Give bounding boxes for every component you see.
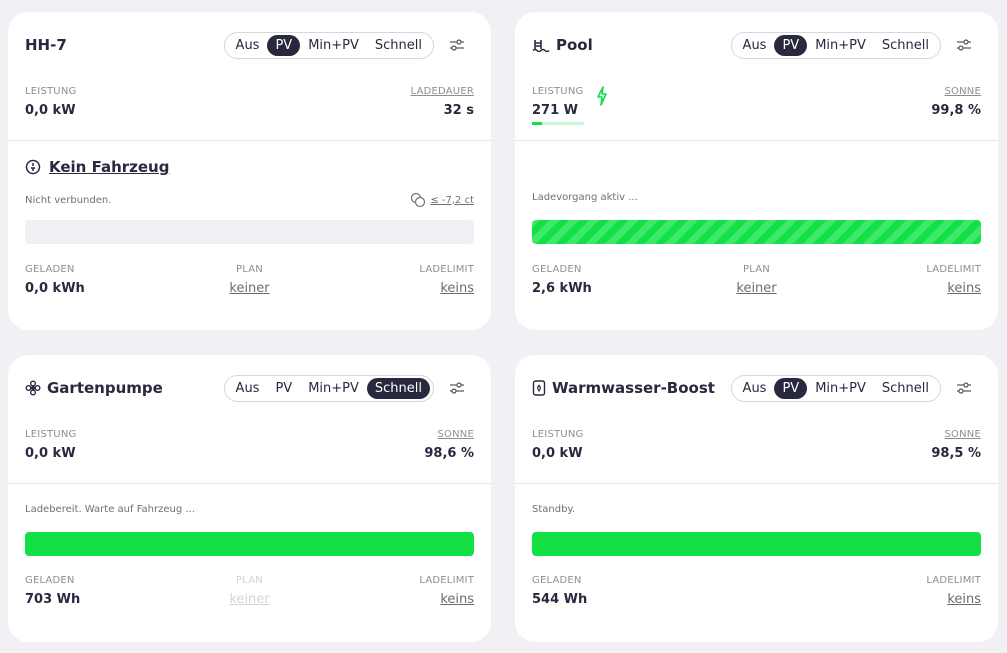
mode-schnell-button[interactable]: Schnell — [874, 35, 937, 56]
plan-link: keiner — [229, 592, 270, 607]
loadpoint-card-warmwasser: Warmwasser-Boost Aus PV Min+PV Schnell L… — [515, 355, 998, 642]
card-title: Warmwasser-Boost — [532, 379, 731, 397]
plan-link[interactable]: keiner — [736, 281, 776, 296]
settings-icon[interactable] — [440, 39, 474, 51]
settings-icon[interactable] — [440, 382, 474, 394]
card-title: Gartenpumpe — [25, 379, 224, 397]
limit-label: LADELIMIT — [926, 264, 982, 275]
power-value: 0,0 kW — [25, 103, 76, 118]
power-value: 0,0 kW — [532, 446, 583, 461]
charged-value: 544 Wh — [532, 592, 588, 607]
mode-selector: Aus PV Min+PV Schnell — [223, 31, 434, 59]
sun-label[interactable]: SONNE — [931, 429, 981, 440]
mode-selector: Aus PV Min+PV Schnell — [730, 374, 941, 402]
mode-aus-button[interactable]: Aus — [228, 35, 268, 56]
mode-aus-button[interactable]: Aus — [735, 35, 775, 56]
charged-label: GELADEN — [532, 575, 582, 586]
status-text: Nicht verbunden. — [25, 194, 112, 206]
charge-progress-bar — [25, 532, 474, 556]
lightning-icon — [596, 86, 608, 111]
plan-label: PLAN — [743, 264, 770, 275]
power-label: LEISTUNG — [532, 429, 584, 440]
settings-icon[interactable] — [947, 39, 981, 51]
limit-link[interactable]: keins — [947, 592, 981, 607]
charge-progress-bar — [532, 220, 981, 244]
mode-schnell-button[interactable]: Schnell — [367, 35, 430, 56]
flower-icon — [25, 380, 41, 396]
mode-aus-button[interactable]: Aus — [228, 378, 268, 399]
limit-label: LADELIMIT — [419, 575, 475, 586]
mode-pv-button[interactable]: PV — [774, 34, 808, 56]
charge-progress-bar — [532, 532, 981, 556]
sun-value: 98,6 % — [424, 446, 474, 461]
divider — [515, 483, 998, 484]
settings-icon[interactable] — [947, 382, 981, 394]
divider — [515, 140, 998, 141]
divider — [8, 140, 491, 141]
limit-label: LADELIMIT — [419, 264, 475, 275]
power-label: LEISTUNG — [25, 86, 77, 97]
loadpoint-card-pool: Pool Aus PV Min+PV Schnell LEISTUNG 271 … — [515, 12, 998, 330]
duration-value: 32 s — [443, 103, 474, 118]
duration-label[interactable]: LADEDAUER — [411, 86, 474, 97]
sun-label[interactable]: SONNE — [931, 86, 981, 97]
mode-aus-button[interactable]: Aus — [735, 378, 775, 399]
charged-label: GELADEN — [25, 575, 75, 586]
status-text: Standby. — [532, 504, 576, 515]
mode-schnell-button[interactable]: Schnell — [366, 377, 430, 399]
power-label: LEISTUNG — [25, 429, 77, 440]
mode-selector: Aus PV Min+PV Schnell — [223, 374, 434, 402]
coins-icon — [411, 192, 426, 208]
sun-value: 99,8 % — [931, 103, 981, 118]
limit-label: LADELIMIT — [926, 575, 981, 586]
limit-link[interactable]: keins — [947, 281, 981, 296]
plan-link[interactable]: keiner — [229, 281, 269, 296]
vehicle-name[interactable]: Kein Fahrzeug — [49, 158, 169, 176]
mode-minpv-button[interactable]: Min+PV — [807, 378, 874, 399]
mode-pv-button[interactable]: PV — [267, 34, 301, 56]
card-title: Pool — [532, 36, 731, 54]
mode-schnell-button[interactable]: Schnell — [874, 378, 937, 399]
sun-value: 98,5 % — [931, 446, 981, 461]
status-text: Ladebereit. Warte auf Fahrzeug ... — [25, 504, 195, 515]
loadpoint-card-gartenpumpe: Gartenpumpe Aus PV Min+PV Schnell LEISTU… — [8, 355, 491, 642]
limit-link[interactable]: keins — [440, 592, 474, 607]
water-heater-icon — [532, 380, 546, 396]
plan-label: PLAN — [236, 575, 263, 586]
mode-pv-button[interactable]: PV — [774, 377, 808, 399]
vehicle-icon — [25, 159, 41, 175]
charged-value: 0,0 kWh — [25, 281, 85, 296]
mode-minpv-button[interactable]: Min+PV — [300, 378, 367, 399]
mode-minpv-button[interactable]: Min+PV — [300, 35, 367, 56]
mode-selector: Aus PV Min+PV Schnell — [730, 31, 941, 59]
charged-label: GELADEN — [532, 264, 582, 275]
charged-value: 2,6 kWh — [532, 281, 592, 296]
power-value: 271 W — [532, 103, 579, 118]
power-indicator-bar — [532, 122, 584, 125]
card-title: HH-7 — [25, 36, 67, 54]
divider — [8, 483, 491, 484]
power-label: LEISTUNG — [532, 86, 584, 97]
pool-icon — [532, 40, 550, 52]
sun-label[interactable]: SONNE — [424, 429, 474, 440]
charged-value: 703 Wh — [25, 592, 81, 607]
charge-progress-bar — [25, 220, 474, 244]
price-value[interactable]: ≤ -7,2 ct — [430, 195, 474, 206]
limit-link[interactable]: keins — [440, 281, 474, 296]
power-value: 0,0 kW — [25, 446, 76, 461]
charged-label: GELADEN — [25, 264, 75, 275]
price-limit[interactable]: ≤ -7,2 ct — [410, 192, 474, 208]
loadpoint-card-hh7: HH-7 Aus PV Min+PV Schnell LEISTUNG 0,0 … — [8, 12, 491, 330]
vehicle-selector[interactable]: Kein Fahrzeug — [25, 158, 169, 176]
plan-label: PLAN — [236, 264, 263, 275]
mode-pv-button[interactable]: PV — [267, 378, 300, 399]
mode-minpv-button[interactable]: Min+PV — [807, 35, 874, 56]
status-text: Ladevorgang aktiv ... — [532, 192, 638, 203]
